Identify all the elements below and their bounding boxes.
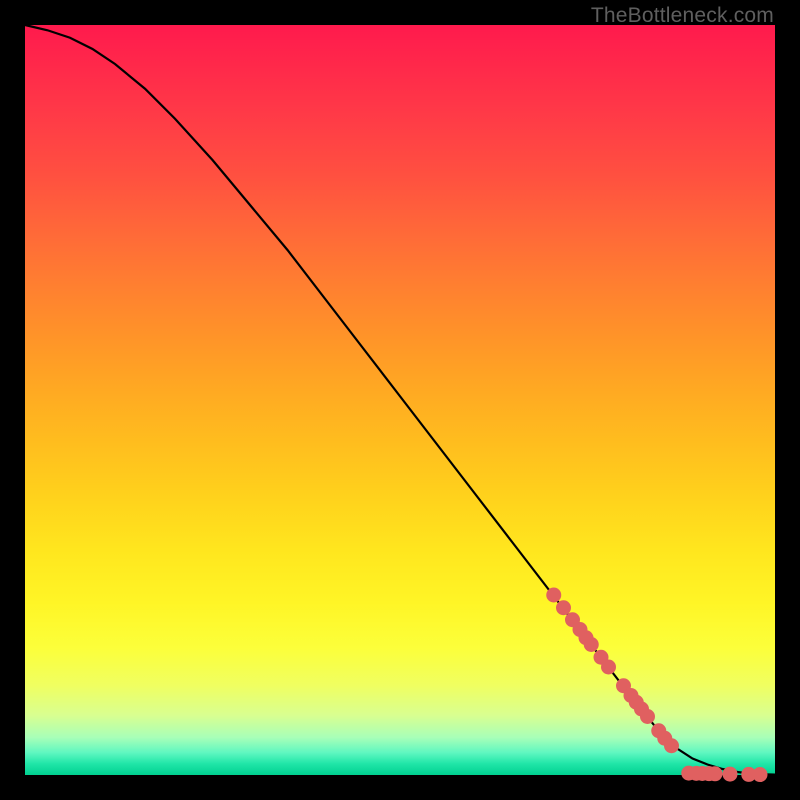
curve-line [25, 25, 775, 775]
data-marker [556, 600, 571, 615]
data-marker [753, 767, 768, 782]
chart-svg [25, 25, 775, 775]
plot-area [25, 25, 775, 775]
data-marker [546, 588, 561, 603]
data-marker [640, 709, 655, 724]
data-marker [708, 766, 723, 781]
data-marker [723, 767, 738, 782]
watermark-text: TheBottleneck.com [591, 4, 774, 28]
marker-group [546, 588, 767, 783]
data-marker [601, 660, 616, 675]
data-marker [584, 637, 599, 652]
data-marker [664, 738, 679, 753]
chart-frame: TheBottleneck.com [0, 0, 800, 800]
